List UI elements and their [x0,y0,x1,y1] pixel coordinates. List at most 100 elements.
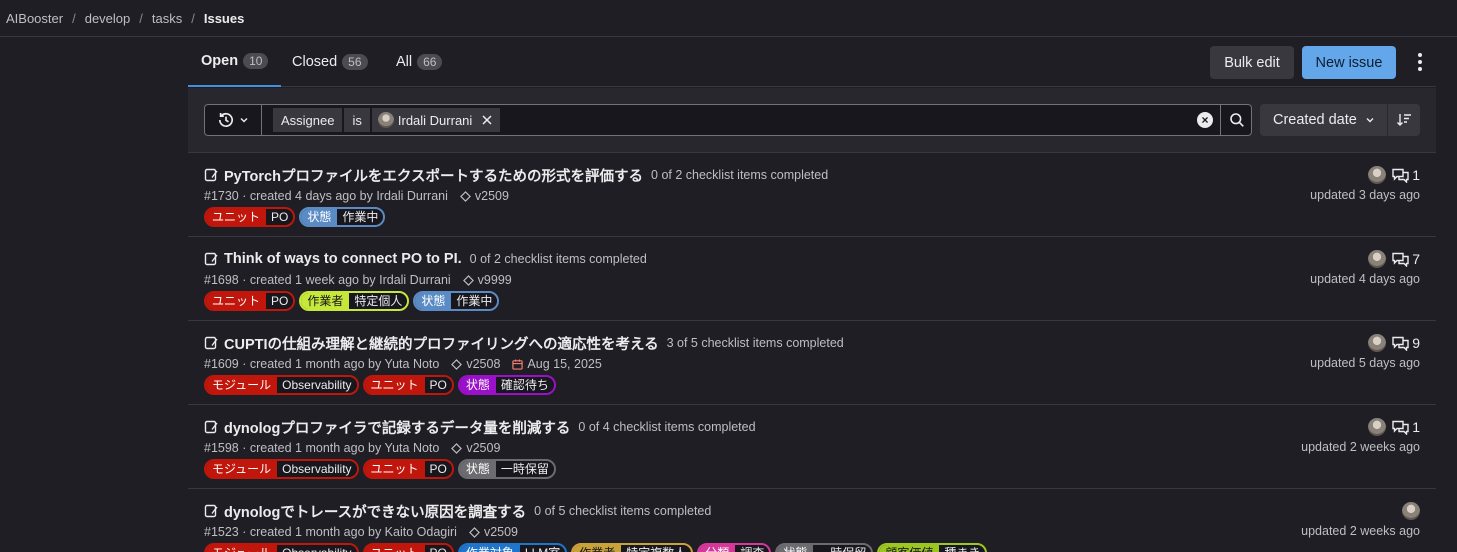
tab-closed[interactable]: Closed 56 [292,37,368,87]
sort-by-dropdown[interactable]: Created date [1260,104,1387,136]
more-actions-icon[interactable] [1410,50,1430,74]
label-value: LLM室 [519,545,566,552]
scoped-label[interactable]: 作業対象LLM室 [457,543,568,552]
scoped-label[interactable]: ユニットPO [362,375,454,395]
filter-token-assignee[interactable]: Assignee is Irdali Durrani [273,108,501,132]
issue-title-link[interactable]: CUPTIの仕組み理解と継続的プロファイリングへの適応性を考える [224,333,659,354]
bulk-edit-button[interactable]: Bulk edit [1210,46,1294,79]
issue-right-meta: 1 [1368,165,1420,185]
comments-icon [1392,168,1409,183]
comments-count-label: 1 [1412,419,1420,435]
scoped-label[interactable]: ユニットPO [362,459,454,479]
assignee-avatar[interactable] [1402,502,1420,520]
sort-direction-button[interactable] [1388,104,1420,136]
close-icon[interactable] [480,113,494,127]
comments-count[interactable]: 7 [1392,251,1420,267]
issue-title-link[interactable]: Think of ways to connect PO to PI. [224,251,462,267]
label-key: 状態 [459,461,496,477]
assignee-avatar[interactable] [1368,334,1387,352]
recent-searches-button[interactable] [205,105,262,135]
scoped-label[interactable]: 状態一時保留 [775,543,874,552]
updated-time: updated 2 weeks ago [1301,524,1420,538]
milestone-label: v9999 [477,273,512,287]
issue-row[interactable]: PyTorchプロファイルをエクスポートするための形式を評価する 0 of 2 c… [188,153,1436,237]
scoped-label[interactable]: ユニットPO [204,207,296,227]
label-key: ユニット [364,377,425,393]
scoped-label[interactable]: 作業者 特定個人 [299,291,410,311]
issue-meta: #1598 · created 1 month ago by Yuta Noto… [204,440,500,456]
token-value: Irdali Durrani [371,108,501,132]
scoped-label[interactable]: 状態一時保留 [457,459,556,479]
scoped-label[interactable]: 状態 作業中 [299,207,386,227]
breadcrumb-item-project[interactable]: tasks [152,11,182,26]
updated-time: updated 5 days ago [1310,356,1420,370]
scoped-label[interactable]: モジュールObservability [204,375,359,395]
issue-reference-created: #1730 · created 4 days ago by Irdali Dur… [204,189,448,203]
issue-title-link[interactable]: dynologプロファイラで記録するデータ量を削減する [224,417,570,438]
label-key: モジュール [206,545,278,552]
checklist-status: 0 of 4 checklist items completed [578,420,756,434]
scoped-label[interactable]: 分類調査 [697,543,772,552]
new-issue-button[interactable]: New issue [1302,46,1396,79]
scoped-label[interactable]: 顧客価値種まき [877,543,988,552]
scoped-label[interactable]: ユニットPO [362,543,454,552]
label-value: Observability [277,377,357,393]
scoped-label[interactable]: モジュールObservability [204,543,359,552]
tab-count-badge: 10 [243,53,269,69]
chevron-down-icon [1366,118,1374,123]
issue-title-link[interactable]: PyTorchプロファイルをエクスポートするための形式を評価する [224,165,643,186]
breadcrumb-item-subgroup[interactable]: develop [85,11,131,26]
comments-count[interactable]: 1 [1392,167,1420,183]
token-value-text: Irdali Durrani [397,112,473,128]
scoped-label[interactable]: 状態 確認待ち [457,375,556,395]
milestone-icon [451,442,463,454]
clear-search-icon[interactable]: × [1197,112,1213,128]
comments-count[interactable]: 1 [1392,419,1420,435]
milestone-link[interactable]: v2508 [451,357,500,371]
scoped-label[interactable]: ユニットPO [204,291,296,311]
milestone-link[interactable]: v2509 [469,525,518,539]
tab-open[interactable]: Open 10 [188,37,282,87]
milestone-link[interactable]: v2509 [459,189,509,203]
assignee-avatar[interactable] [1368,418,1387,436]
label-key: 状態 [777,545,814,552]
issue-title-row: Think of ways to connect PO to PI. 0 of 2… [204,249,647,269]
milestone-link[interactable]: v9999 [462,273,512,287]
milestone-label: v2508 [466,357,501,371]
breadcrumb-separator: / [139,10,143,26]
calendar-icon [512,358,524,370]
issue-row[interactable]: dynologでトレースができない原因を調査する 0 of 5 checklist… [188,489,1436,552]
comments-count-label: 1 [1412,167,1420,183]
comments-count[interactable]: 9 [1392,335,1420,351]
filter-bar: Assignee is Irdali Durrani × Created dat… [188,88,1436,153]
filtered-search-box[interactable]: Assignee is Irdali Durrani × [204,104,1252,136]
scoped-label[interactable]: 作業者特定複数人 [571,543,694,552]
label-value: 確認待ち [495,377,554,393]
issue-row[interactable]: CUPTIの仕組み理解と継続的プロファイリングへの適応性を考える 3 of 5 c… [188,321,1436,405]
breadcrumb-item-current[interactable]: Issues [204,11,244,26]
chevron-down-icon [240,118,248,123]
comments-icon [1392,252,1409,267]
breadcrumb-item-group[interactable]: AIBooster [6,11,63,26]
label-value: 一時保留 [495,461,554,477]
issue-row[interactable]: dynologプロファイラで記録するデータ量を削減する 0 of 4 checkl… [188,405,1436,489]
label-value: Observability [277,461,357,477]
label-value: 一時保留 [813,545,872,552]
search-button[interactable] [1220,105,1252,135]
label-key: ユニット [206,293,267,309]
assignee-avatar[interactable] [1368,250,1387,268]
issue-title-link[interactable]: dynologでトレースができない原因を調査する [224,501,526,522]
issue-row[interactable]: Think of ways to connect PO to PI. 0 of 2… [188,237,1436,321]
issue-meta: #1698 · created 1 week ago by Irdali Dur… [204,272,512,288]
sort-lowest-icon [1397,114,1411,126]
due-date: Aug 15, 2025 [512,357,602,371]
issue-reference-created: #1609 · created 1 month ago by Yuta Noto [204,357,440,371]
scoped-label[interactable]: モジュールObservability [204,459,359,479]
tab-all[interactable]: All 66 [396,37,443,87]
label-value: PO [424,461,452,477]
label-key: ユニット [206,209,267,225]
scoped-label[interactable]: 状態 作業中 [413,291,500,311]
milestone-link[interactable]: v2509 [451,441,500,455]
assignee-avatar[interactable] [1368,166,1387,184]
issue-reference-created: #1698 · created 1 week ago by Irdali Dur… [204,273,451,287]
